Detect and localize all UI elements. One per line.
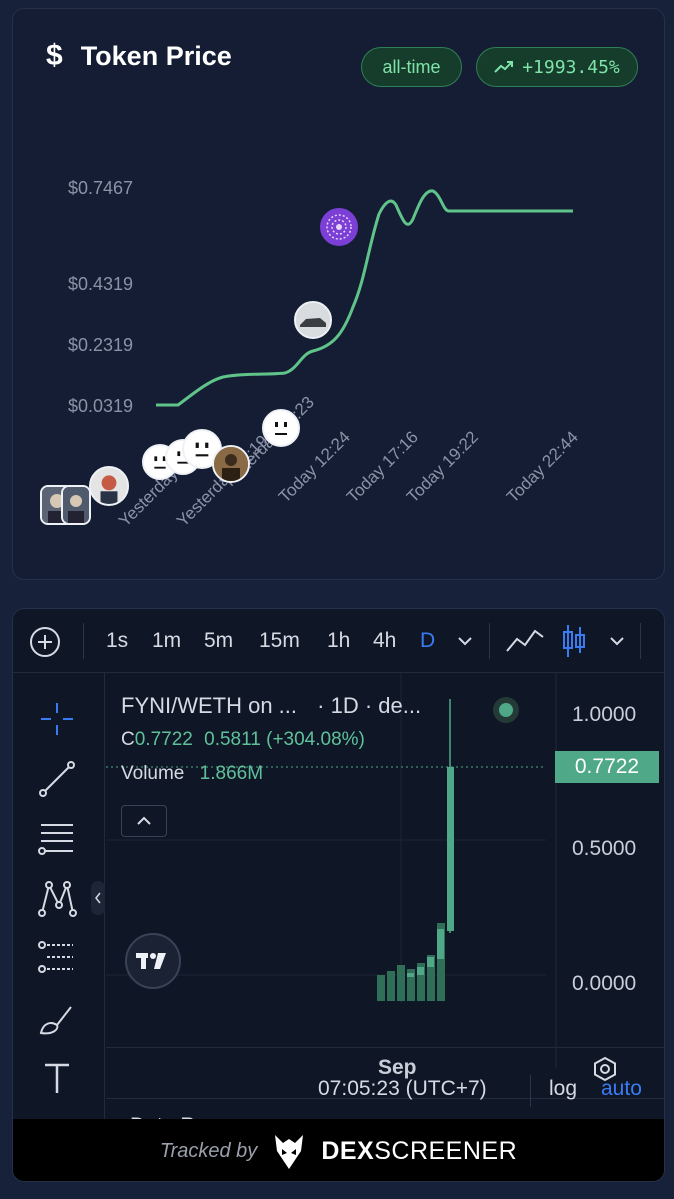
timeframe-1m[interactable]: 1m: [152, 629, 181, 653]
candle: [447, 767, 454, 931]
price-line: [156, 189, 573, 407]
person-photo-icon: [214, 447, 248, 481]
pattern-tool-icon[interactable]: [37, 879, 77, 919]
chart-toolbar: 1s 1m 5m 15m 1h 4h D: [13, 609, 664, 673]
log-scale-toggle[interactable]: log: [549, 1077, 577, 1101]
volume-value: 1.866M: [199, 763, 264, 784]
brand-bold: DEX: [321, 1136, 375, 1165]
collapse-legend-button[interactable]: [121, 805, 167, 837]
auto-scale-toggle[interactable]: auto: [601, 1077, 642, 1101]
price-scale-label: 0.0000: [572, 972, 637, 995]
volume-legend: Volume 1.866M: [121, 763, 263, 785]
candlestick-type-icon[interactable]: [561, 623, 587, 659]
price-scale-label: 1.0000: [572, 703, 637, 726]
dexscreener-logo-icon: [275, 1135, 304, 1169]
radial-logo-icon: [326, 214, 352, 240]
chevron-down-icon[interactable]: [457, 636, 473, 646]
price-scale-label: 0.5000: [572, 837, 637, 860]
timeframe-1h[interactable]: 1h: [327, 629, 350, 653]
candle: [427, 957, 434, 967]
chart-plot-area[interactable]: FYNI/WETH on ... · 1D · de... C0.7722 0.…: [106, 673, 664, 1068]
interval-label: · 1D · de...: [317, 693, 422, 718]
toolbar-divider: [489, 623, 490, 659]
ohlc-legend: C0.7722 0.5811 (+304.08%): [121, 729, 365, 751]
pair-legend: FYNI/WETH on ... · 1D · de...: [121, 693, 421, 719]
avatar-purple[interactable]: [320, 208, 358, 246]
toolbar-divider: [83, 623, 84, 659]
person-photo-icon: [91, 468, 127, 504]
candle: [407, 973, 414, 977]
chevron-left-icon: [95, 892, 101, 904]
trading-chart-card: 1s 1m 5m 15m 1h 4h D FYNI/WETH on ... · …: [12, 608, 665, 1182]
bottom-divider: [530, 1075, 531, 1107]
volume-bar: [397, 965, 405, 1001]
token-price-card: $ Token Price all-time +1993.45% $0.7467…: [12, 8, 665, 580]
brand-rest: SCREENER: [374, 1136, 518, 1165]
chevron-up-icon: [137, 816, 151, 825]
avatar-person-2[interactable]: [89, 466, 129, 506]
avatar-person-1[interactable]: [212, 445, 250, 483]
timezone-clock[interactable]: 07:05:23 (UTC+7): [318, 1077, 487, 1101]
sidebar-collapse-handle[interactable]: [91, 881, 105, 915]
close-value: 0.7722: [134, 729, 193, 750]
trend-line-icon[interactable]: [37, 759, 77, 799]
avatar-smile-face[interactable]: [262, 409, 300, 447]
avatar-group-2[interactable]: [61, 485, 91, 525]
last-price-tag: 0.7722: [555, 751, 659, 783]
volume-bar: [387, 971, 395, 1001]
add-indicator-icon[interactable]: [29, 626, 61, 658]
candle: [417, 967, 424, 975]
volume-label: Volume: [121, 763, 185, 784]
timeframe-15m[interactable]: 15m: [259, 629, 300, 653]
text-tool-icon[interactable]: [37, 1059, 77, 1099]
timeframe-1s[interactable]: 1s: [106, 629, 128, 653]
horizontal-lines-icon[interactable]: [37, 819, 77, 859]
tradingview-logo[interactable]: [125, 933, 181, 989]
avatar-car[interactable]: [294, 301, 332, 339]
live-status-dot: [499, 703, 513, 717]
timeframe-5m[interactable]: 5m: [204, 629, 233, 653]
change-text: 0.5811 (+304.08%): [204, 729, 365, 750]
car-photo-icon: [296, 303, 330, 337]
dexscreener-footer[interactable]: Tracked by DEXSCREENER: [13, 1119, 664, 1181]
pixel-face-icon: [275, 422, 287, 435]
brush-icon[interactable]: [37, 999, 77, 1039]
timeframe-d[interactable]: D: [420, 629, 435, 653]
crosshair-icon[interactable]: [37, 699, 77, 739]
line-chart-type-icon[interactable]: [505, 627, 545, 655]
pair-label: FYNI/WETH on ...: [121, 693, 298, 718]
group-photo-icon: [63, 487, 89, 523]
candle: [437, 929, 444, 959]
tradingview-icon: [136, 953, 166, 969]
dexscreener-wordmark: DEXSCREENER: [321, 1137, 517, 1166]
volume-bar: [377, 975, 385, 1001]
tracked-by-text: Tracked by: [159, 1139, 258, 1162]
timeframe-4h[interactable]: 4h: [373, 629, 396, 653]
chevron-down-icon[interactable]: [609, 636, 625, 646]
drawing-tools-sidebar: [13, 673, 105, 1123]
close-prefix: C: [121, 729, 135, 750]
forecast-tool-icon[interactable]: [37, 939, 77, 979]
toolbar-divider: [640, 623, 641, 659]
